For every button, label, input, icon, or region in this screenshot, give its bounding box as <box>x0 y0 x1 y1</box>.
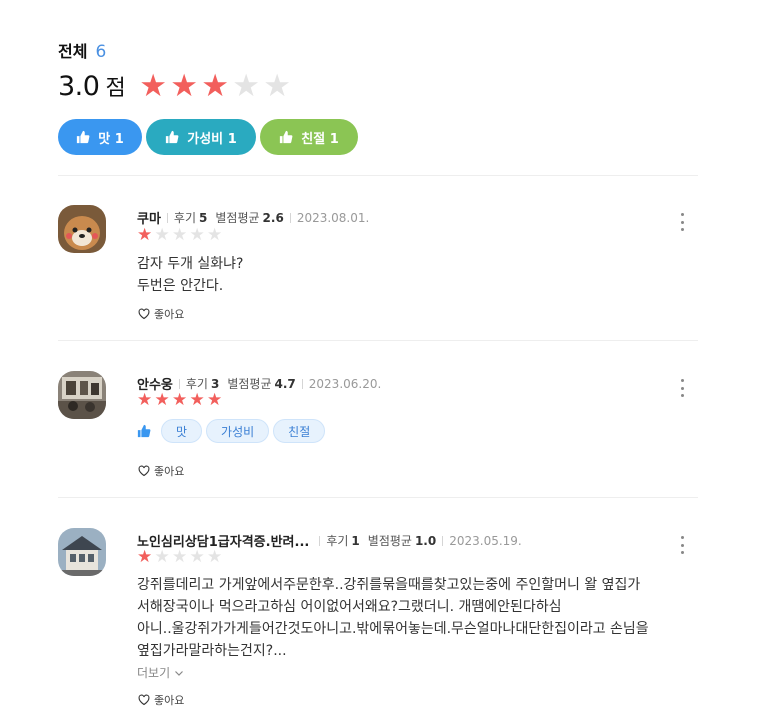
star-icon: ★ <box>137 547 153 567</box>
review-item: 쿠마 후기 5 별점평균 2.6 2023.08.01. ★ ★ ★ ★ ★ 감자 두개… <box>58 176 698 340</box>
star-icon: ★ <box>154 225 170 245</box>
star-icon: ★ <box>207 390 223 410</box>
thumbs-up-icon <box>77 130 90 144</box>
star-icon: ★ <box>172 547 188 567</box>
star-icon: ★ <box>207 225 223 245</box>
keyword-chips: 맛 1 가성비 1 친절 1 <box>58 119 358 155</box>
separator <box>166 212 168 223</box>
star-icon: ★ <box>232 67 261 104</box>
separator <box>442 535 444 546</box>
star-icon: ★ <box>154 547 170 567</box>
thumbs-up-icon <box>280 130 293 144</box>
star-icon: ★ <box>189 225 205 245</box>
avg-rating: 1.0 <box>414 533 437 548</box>
tag-taste: 맛 <box>161 419 203 443</box>
heart-icon <box>138 465 150 477</box>
review-tags: 맛 가성비 친절 <box>137 419 326 443</box>
chip-kindness-label: 친절 <box>301 131 326 147</box>
star-icon: ★ <box>201 67 230 104</box>
star-icon: ★ <box>170 67 199 104</box>
score-unit: 점 <box>105 76 126 101</box>
star-icon: ★ <box>137 390 153 410</box>
review-text-line: 강쥐를데리고 가게앞에서주문한후..강쥐를묶을때를찾고있는중에 주인할머니 왈 … <box>137 577 641 593</box>
avatar[interactable] <box>58 205 106 253</box>
chip-kindness-count: 1 <box>329 131 339 147</box>
review-date: 2023.06.20. <box>308 376 382 391</box>
avg-rating-label: 별점평균 <box>215 211 260 225</box>
review-text: 감자 두개 실화냐? 두번은 안간다. <box>137 253 697 297</box>
review-count: 1 <box>351 533 360 548</box>
chip-value[interactable]: 가성비 1 <box>146 119 256 155</box>
review-text: 강쥐를데리고 가게앞에서주문한후..강쥐를묶을때를찾고있는중에 주인할머니 왈 … <box>137 574 717 662</box>
star-icon: ★ <box>207 547 223 567</box>
like-button[interactable]: 좋아요 <box>138 306 184 322</box>
total-count: 6 <box>95 42 107 62</box>
review-text-line: 아니..울강쥐가가게들어간것도아니고.밖에묶어놓는데.무슨얼마나대단한집이라고 … <box>137 621 649 637</box>
heart-icon <box>138 694 150 706</box>
review-date: 2023.08.01. <box>296 210 370 225</box>
avg-rating: 4.7 <box>274 376 296 391</box>
review-star-rating: ★ ★ ★ ★ ★ <box>137 392 225 409</box>
summary-header: 전체 6 <box>58 38 106 62</box>
review-item: 안수웅 후기 3 별점평균 4.7 2023.06.20. ★ ★ ★ ★ ★ 맛 가성… <box>58 341 698 497</box>
avg-rating-label: 별점평균 <box>227 377 272 391</box>
more-options-icon[interactable] <box>678 379 686 397</box>
review-text-line: 서해장국이나 먹으라고하심 어이없어서왜요?그랬더니. 개땜에안된다하심 <box>137 599 562 615</box>
review-count: 5 <box>199 210 208 225</box>
review-date: 2023.05.19. <box>449 533 522 548</box>
separator <box>178 378 180 389</box>
average-score: 3.0 점 ★ ★ ★ ★ ★ <box>58 70 293 102</box>
chip-taste[interactable]: 맛 1 <box>58 119 142 155</box>
chip-kindness[interactable]: 친절 1 <box>260 119 358 155</box>
review-text-line: 감자 두개 실화냐? <box>137 256 244 272</box>
review-item: 노인심리상담1급자격증.반려... 후기 1 별점평균 1.0 2023.05.… <box>58 498 698 722</box>
avatar[interactable] <box>58 528 106 576</box>
more-options-icon[interactable] <box>678 536 686 554</box>
star-icon: ★ <box>137 225 153 245</box>
like-label: 좋아요 <box>154 308 185 321</box>
like-button[interactable]: 좋아요 <box>138 463 184 479</box>
show-more-button[interactable]: 더보기 <box>137 664 184 681</box>
chip-taste-count: 1 <box>114 131 124 147</box>
like-label: 좋아요 <box>154 465 185 478</box>
like-button[interactable]: 좋아요 <box>138 692 184 708</box>
separator <box>319 535 321 546</box>
review-count-label: 후기 <box>326 534 349 548</box>
star-icon: ★ <box>189 390 205 410</box>
review-text-line: 두번은 안간다. <box>137 278 224 294</box>
review-star-rating: ★ ★ ★ ★ ★ <box>137 227 225 244</box>
tag-value: 가성비 <box>206 419 270 443</box>
review-text-line: 옆집가라말라하는건지?... <box>137 643 287 659</box>
show-more-label: 더보기 <box>137 666 171 680</box>
star-icon: ★ <box>263 67 292 104</box>
total-label: 전체 <box>58 42 88 61</box>
review-count-label: 후기 <box>173 211 197 225</box>
score-value: 3.0 <box>58 70 100 102</box>
star-icon: ★ <box>172 225 188 245</box>
star-icon: ★ <box>189 547 205 567</box>
thumbs-up-icon <box>166 130 179 144</box>
like-label: 좋아요 <box>154 694 185 707</box>
avg-rating-label: 별점평균 <box>367 534 412 548</box>
star-icon: ★ <box>154 390 170 410</box>
review-star-rating: ★ ★ ★ ★ ★ <box>137 549 225 566</box>
chip-value-label: 가성비 <box>187 131 224 147</box>
review-count: 3 <box>210 376 220 391</box>
tag-kindness: 친절 <box>273 419 326 443</box>
average-star-rating: ★ ★ ★ ★ ★ <box>138 67 293 104</box>
avatar[interactable] <box>58 371 106 419</box>
heart-icon <box>138 308 150 320</box>
avg-rating: 2.6 <box>262 210 284 225</box>
chip-taste-label: 맛 <box>98 131 111 147</box>
star-icon: ★ <box>172 390 188 410</box>
more-options-icon[interactable] <box>678 213 686 231</box>
separator <box>301 378 303 389</box>
chip-value-count: 1 <box>227 131 237 147</box>
thumbs-up-icon <box>137 424 151 438</box>
chevron-down-icon <box>175 670 184 676</box>
separator <box>289 212 291 223</box>
star-icon: ★ <box>139 67 168 104</box>
